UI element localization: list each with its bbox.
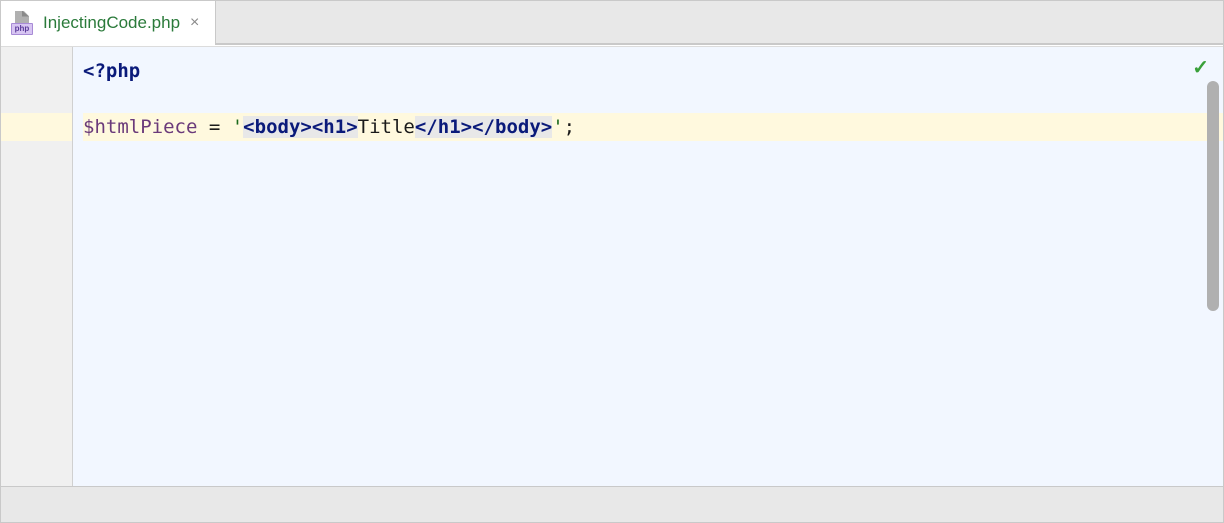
code-line-2 [83,85,1223,113]
variable: $htmlPiece [83,116,197,138]
close-icon[interactable]: × [188,12,201,34]
vertical-scrollbar[interactable] [1207,81,1219,311]
ide-window: php InjectingCode.php × <?php $htmlPiece… [0,0,1224,523]
checkmark-icon[interactable]: ✓ [1192,55,1209,80]
tab-bar: php InjectingCode.php × [1,1,1223,45]
php-file-icon: php [11,11,35,35]
status-bar [1,486,1223,522]
editor-area: <?php $htmlPiece = '<body><h1>Title</h1>… [1,47,1223,486]
php-open-tag: <?php [83,60,140,82]
code-line-1: <?php [83,57,1223,85]
gutter[interactable] [1,47,73,486]
gutter-highlight [1,113,72,141]
tab-bar-empty [216,1,1223,44]
tab-label: InjectingCode.php [43,13,180,33]
code-line-3: $htmlPiece = '<body><h1>Title</h1></body… [83,113,1223,141]
code-editor[interactable]: <?php $htmlPiece = '<body><h1>Title</h1>… [73,47,1223,486]
tab-injectingcode[interactable]: php InjectingCode.php × [1,1,216,44]
